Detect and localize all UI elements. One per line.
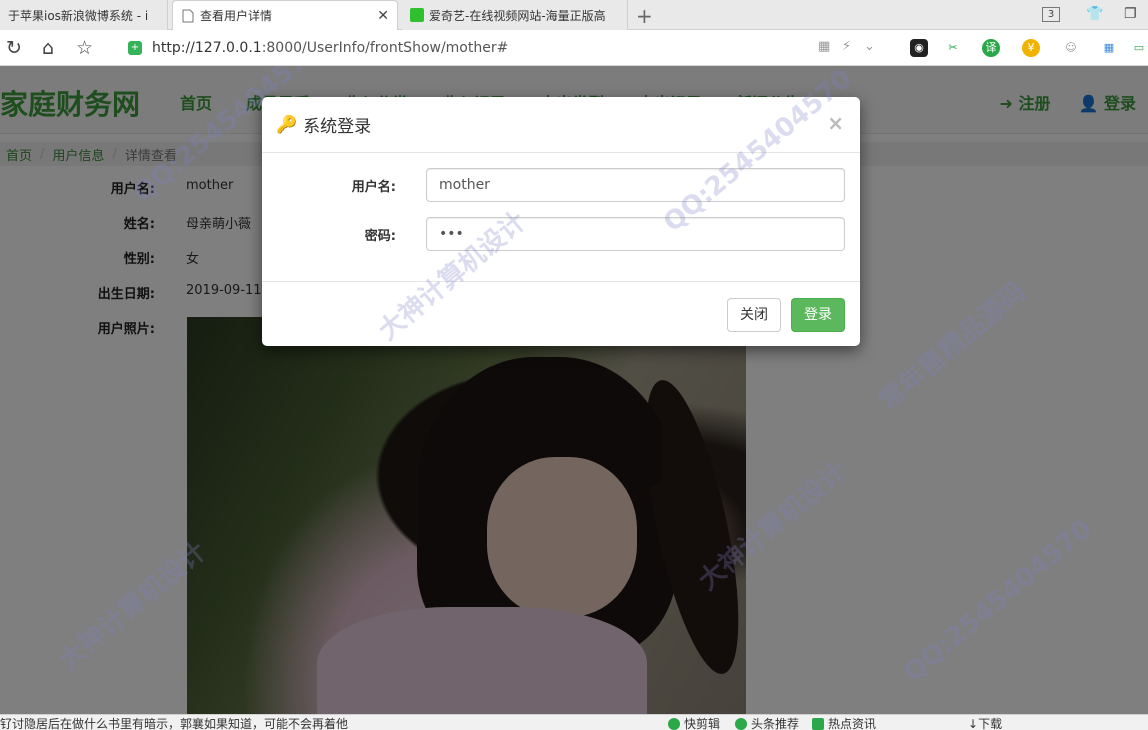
address-toolbar: ↻ ⌂ ☆ + http://127.0.0.1:8000/UserInfo/f… — [0, 30, 1148, 66]
login-modal: 🔑 系统登录 × 用户名: mother 密码: ••• 关闭 登录 — [262, 97, 860, 346]
browser-tab-user-detail[interactable]: 查看用户详情 ✕ — [172, 0, 398, 30]
qr-code-icon[interactable]: ▦ — [818, 39, 830, 54]
form-row-username: 用户名: mother — [262, 168, 860, 202]
login-username-label: 用户名: — [351, 180, 396, 195]
password-input[interactable]: ••• — [426, 217, 845, 251]
page-viewport: 家庭财务网 首页 成员风采 收入分类 收入记录 支出类型 支出记录 新闻公告 ➜… — [0, 66, 1148, 714]
url-path: :8000/UserInfo/frontShow/mother# — [261, 40, 509, 56]
close-icon[interactable]: × — [827, 111, 844, 135]
browser-tab-bar: 于苹果ios新浪微博系统 - i 查看用户详情 ✕ 爱奇艺-在线视频网站-海量正… — [0, 0, 1148, 30]
iqiyi-icon — [410, 8, 424, 22]
download-label: 下载 — [978, 717, 1003, 730]
browser-tab-iqiyi[interactable]: 爱奇艺-在线视频网站-海量正版高 — [402, 0, 628, 30]
translate-icon[interactable]: 译 — [982, 39, 1000, 57]
coupon-icon[interactable]: ¥ — [1022, 39, 1040, 57]
play-icon — [735, 717, 747, 730]
tab-title: 爱奇艺-在线视频网站-海量正版高 — [429, 8, 606, 23]
lightning-icon[interactable]: ⚡ — [842, 39, 851, 54]
modal-header: 🔑 系统登录 — [262, 97, 860, 153]
close-button[interactable]: 关闭 — [727, 298, 781, 332]
form-row-password: 密码: ••• — [262, 217, 860, 251]
tab-title: 查看用户详情 — [200, 9, 273, 23]
browser-tab-weibo[interactable]: 于苹果ios新浪微博系统 - i — [0, 0, 168, 30]
extension-cat-icon[interactable]: ◉ — [910, 39, 928, 57]
headline-item[interactable]: 头条推荐 — [735, 715, 799, 730]
username-input[interactable]: mother — [426, 168, 845, 202]
shirt-icon[interactable]: 👕 — [1086, 6, 1103, 22]
news-ticker[interactable]: 钌讨隐居后在做什么书里有暗示，郭襄如果知道，可能不会再着他 — [0, 715, 348, 730]
chevron-down-icon[interactable]: ⌄ — [864, 39, 875, 54]
modal-footer: 关闭 登录 — [262, 281, 860, 346]
apps-grid-icon[interactable]: ▦ — [1100, 39, 1118, 57]
refresh-icon[interactable]: ↻ — [6, 37, 22, 59]
login-button[interactable]: 登录 — [791, 298, 845, 332]
close-tab-icon[interactable]: ✕ — [377, 8, 389, 24]
tab-count-badge[interactable]: 3 — [1042, 7, 1060, 22]
login-password-label: 密码: — [364, 229, 396, 244]
download-item[interactable]: ↓ 下载 — [968, 715, 1002, 730]
star-icon[interactable]: ☆ — [76, 37, 93, 59]
home-icon[interactable]: ⌂ — [42, 37, 54, 59]
security-shield-icon: + — [128, 41, 142, 55]
hot-news-label: 热点资讯 — [828, 717, 877, 730]
headline-label: 头条推荐 — [751, 717, 800, 730]
news-icon — [812, 717, 824, 730]
download-icon: ↓ — [968, 716, 979, 730]
tab-title: 于苹果ios新浪微博系统 - i — [8, 8, 149, 23]
hot-news-item[interactable]: 热点资讯 — [812, 715, 876, 730]
emoji-icon[interactable]: ☺ — [1062, 39, 1080, 57]
quick-clip-item[interactable]: 快剪辑 — [668, 715, 720, 730]
new-tab-icon[interactable]: + — [636, 4, 653, 28]
quick-clip-label: 快剪辑 — [684, 717, 721, 730]
url-host: http://127.0.0.1 — [152, 40, 262, 56]
url-bar[interactable]: + http://127.0.0.1:8000/UserInfo/frontSh… — [128, 35, 890, 61]
modal-title: 系统登录 — [303, 117, 372, 137]
page-icon — [182, 9, 194, 22]
clip-icon — [668, 717, 680, 730]
browser-status-bar: 钌讨隐居后在做什么书里有暗示，郭襄如果知道，可能不会再着他 快剪辑 头条推荐 热… — [0, 714, 1148, 730]
key-icon: 🔑 — [276, 114, 298, 135]
battery-icon[interactable]: ▭ — [1130, 39, 1148, 57]
scissors-icon[interactable]: ✂ — [944, 39, 962, 57]
window-restore-icon[interactable]: ❐ — [1124, 6, 1137, 22]
